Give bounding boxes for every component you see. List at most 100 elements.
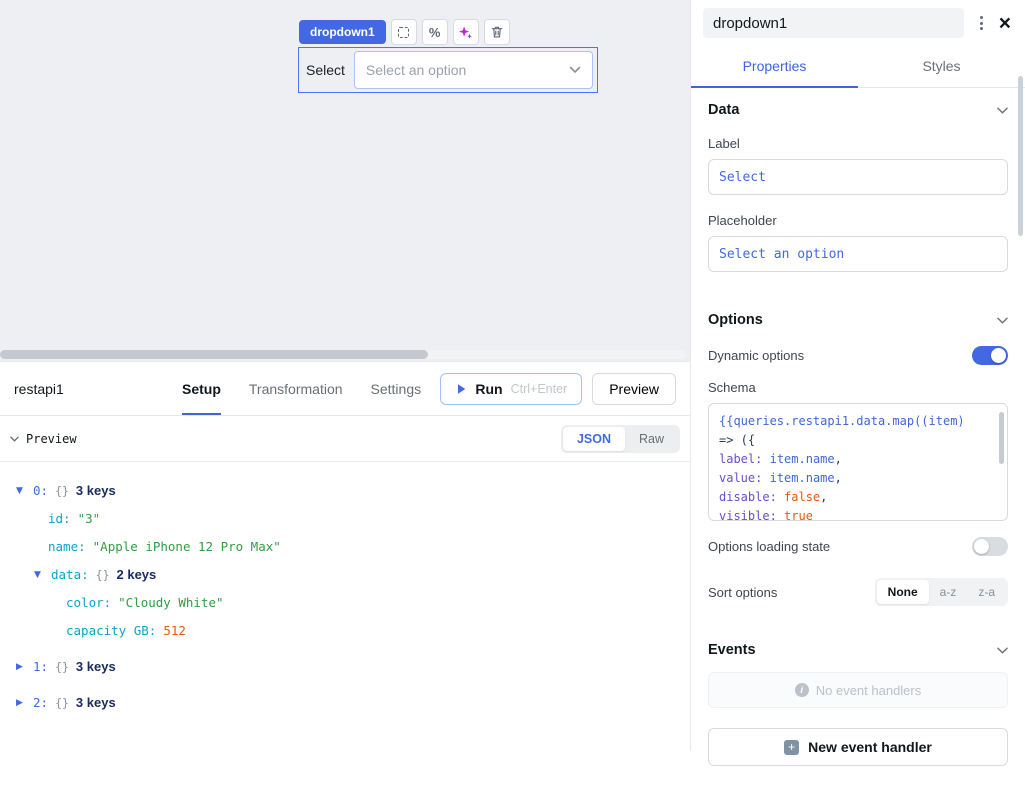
sort-options-row: Sort options None a-z z-a	[708, 578, 1008, 606]
placeholder-field-input[interactable]: Select an option	[708, 236, 1008, 272]
tree-row[interactable]: ▶2:{}3 keys	[8, 694, 682, 712]
inspector-tabs: Properties Styles	[691, 48, 1025, 88]
placeholder-field-label: Placeholder	[708, 213, 1008, 228]
preview-mode-toggle: JSON Raw	[561, 425, 680, 453]
label-field-label: Label	[708, 136, 1008, 151]
resize-mode-button[interactable]: %	[422, 19, 448, 45]
schema-label: Schema	[708, 380, 1008, 395]
delete-widget-button[interactable]	[484, 19, 510, 45]
dropdown-select-control[interactable]: Select an option	[354, 51, 593, 89]
no-event-handlers-text: No event handlers	[816, 683, 922, 698]
code-line: label: item.name,	[719, 450, 997, 469]
query-panel: restapi1 Setup Transformation Settings R…	[0, 361, 690, 751]
app-canvas[interactable]: dropdown1 % Select Select	[0, 0, 690, 361]
tab-properties[interactable]: Properties	[691, 48, 858, 88]
options-loading-label: Options loading state	[708, 539, 830, 554]
tree-value: "3"	[78, 510, 101, 528]
inspector-header: dropdown1 ×	[691, 0, 1025, 42]
run-shortcut-hint: Ctrl+Enter	[511, 382, 568, 396]
section-data-header[interactable]: Data	[708, 102, 1008, 118]
chevron-down-icon	[569, 66, 581, 74]
dynamic-options-label: Dynamic options	[708, 348, 804, 363]
canvas-horizontal-scrollbar[interactable]	[0, 350, 686, 359]
braces-icon: {}	[96, 566, 110, 584]
code-line: disable: false,	[719, 488, 997, 507]
widget-name-badge[interactable]: dropdown1	[299, 20, 386, 44]
label-field-input[interactable]: Select	[708, 159, 1008, 195]
chevron-down-icon	[997, 317, 1008, 324]
section-events-title: Events	[708, 642, 756, 658]
code-line: value: item.name,	[719, 469, 997, 488]
mode-json[interactable]: JSON	[563, 427, 625, 451]
tree-value: 512	[163, 622, 186, 640]
sort-none-segment[interactable]: None	[877, 580, 929, 604]
query-name[interactable]: restapi1	[14, 381, 182, 397]
tree-row[interactable]: ▶1:{}3 keys	[8, 658, 682, 676]
tree-value: "Apple iPhone 12 Pro Max"	[93, 538, 281, 556]
scrollbar-thumb[interactable]	[0, 350, 428, 359]
tab-setup[interactable]: Setup	[182, 362, 221, 415]
braces-icon: {}	[55, 482, 69, 500]
tree-key: color:	[66, 594, 111, 612]
sort-za-segment[interactable]: z-a	[967, 580, 1006, 604]
kebab-menu-icon[interactable]	[976, 12, 987, 34]
tree-key: capacity GB:	[66, 622, 156, 640]
tree-row: capacity GB: 512	[8, 622, 682, 640]
preview-query-button[interactable]: Preview	[592, 373, 676, 405]
close-icon[interactable]: ×	[999, 13, 1011, 34]
code-line: visible: true	[719, 507, 997, 521]
info-icon: i	[795, 683, 809, 697]
options-loading-toggle[interactable]	[972, 537, 1008, 556]
inspect-widget-button[interactable]	[391, 19, 417, 45]
tree-expand-icon[interactable]: ▶	[16, 694, 26, 712]
editor-scrollbar-thumb[interactable]	[999, 412, 1004, 464]
tree-row[interactable]: ▼0:{}3 keys	[8, 482, 682, 500]
inspector-body: Data Label Select Placeholder Select an …	[691, 88, 1025, 786]
tab-transformation[interactable]: Transformation	[249, 362, 343, 415]
tree-key: id:	[48, 510, 71, 528]
tree-value: "Cloudy White"	[118, 594, 223, 612]
mode-raw[interactable]: Raw	[625, 427, 678, 451]
preview-bar: Preview JSON Raw	[0, 416, 690, 462]
braces-icon: {}	[55, 694, 69, 712]
tree-collapse-icon[interactable]: ▼	[34, 566, 44, 584]
tree-expand-icon[interactable]: ▶	[16, 658, 26, 676]
run-button-label: Run	[475, 381, 502, 397]
inspector-scrollbar-thumb[interactable]	[1018, 76, 1023, 236]
selection-box-icon	[398, 27, 409, 38]
ai-generate-button[interactable]	[453, 19, 479, 45]
new-event-handler-button[interactable]: + New event handler	[708, 728, 1008, 766]
tab-settings[interactable]: Settings	[371, 362, 422, 415]
tree-row[interactable]: ▼data:{}2 keys	[8, 566, 682, 584]
sort-options-label: Sort options	[708, 585, 777, 600]
chevron-down-icon	[997, 107, 1008, 114]
sort-az-segment[interactable]: a-z	[929, 580, 968, 604]
options-loading-row: Options loading state	[708, 537, 1008, 556]
tree-key-count: 3 keys	[76, 482, 116, 500]
tree-key: name:	[48, 538, 86, 556]
section-events-header[interactable]: Events	[708, 642, 1008, 658]
dynamic-options-toggle[interactable]	[972, 346, 1008, 365]
run-query-button[interactable]: Run Ctrl+Enter	[440, 373, 582, 405]
query-tabs: Setup Transformation Settings	[182, 362, 421, 415]
dropdown-widget-label: Select	[299, 62, 354, 78]
preview-title-text: Preview	[26, 432, 77, 446]
tree-collapse-icon[interactable]: ▼	[16, 482, 26, 500]
section-data-title: Data	[708, 102, 739, 118]
play-icon	[455, 383, 467, 395]
tree-row: name: "Apple iPhone 12 Pro Max"	[8, 538, 682, 556]
preview-section-toggle[interactable]: Preview	[10, 432, 77, 446]
json-tree: ▼0:{}3 keysid:"3"name:"Apple iPhone 12 P…	[0, 462, 690, 742]
section-options-header[interactable]: Options	[708, 312, 1008, 328]
dropdown-placeholder-text: Select an option	[366, 62, 466, 78]
tab-styles[interactable]: Styles	[858, 48, 1025, 88]
schema-code-editor[interactable]: {{queries.restapi1.data.map((item)=> ({ …	[708, 403, 1008, 521]
collapse-chevron-icon	[10, 436, 19, 442]
widget-name-input[interactable]: dropdown1	[703, 8, 964, 38]
tree-key-count: 2 keys	[117, 566, 157, 584]
tree-key: 1:	[33, 658, 48, 676]
dropdown-widget[interactable]: Select Select an option	[298, 47, 598, 93]
new-event-handler-label: New event handler	[808, 739, 932, 755]
no-event-handlers-box: i No event handlers	[708, 672, 1008, 708]
chevron-down-icon	[997, 647, 1008, 654]
